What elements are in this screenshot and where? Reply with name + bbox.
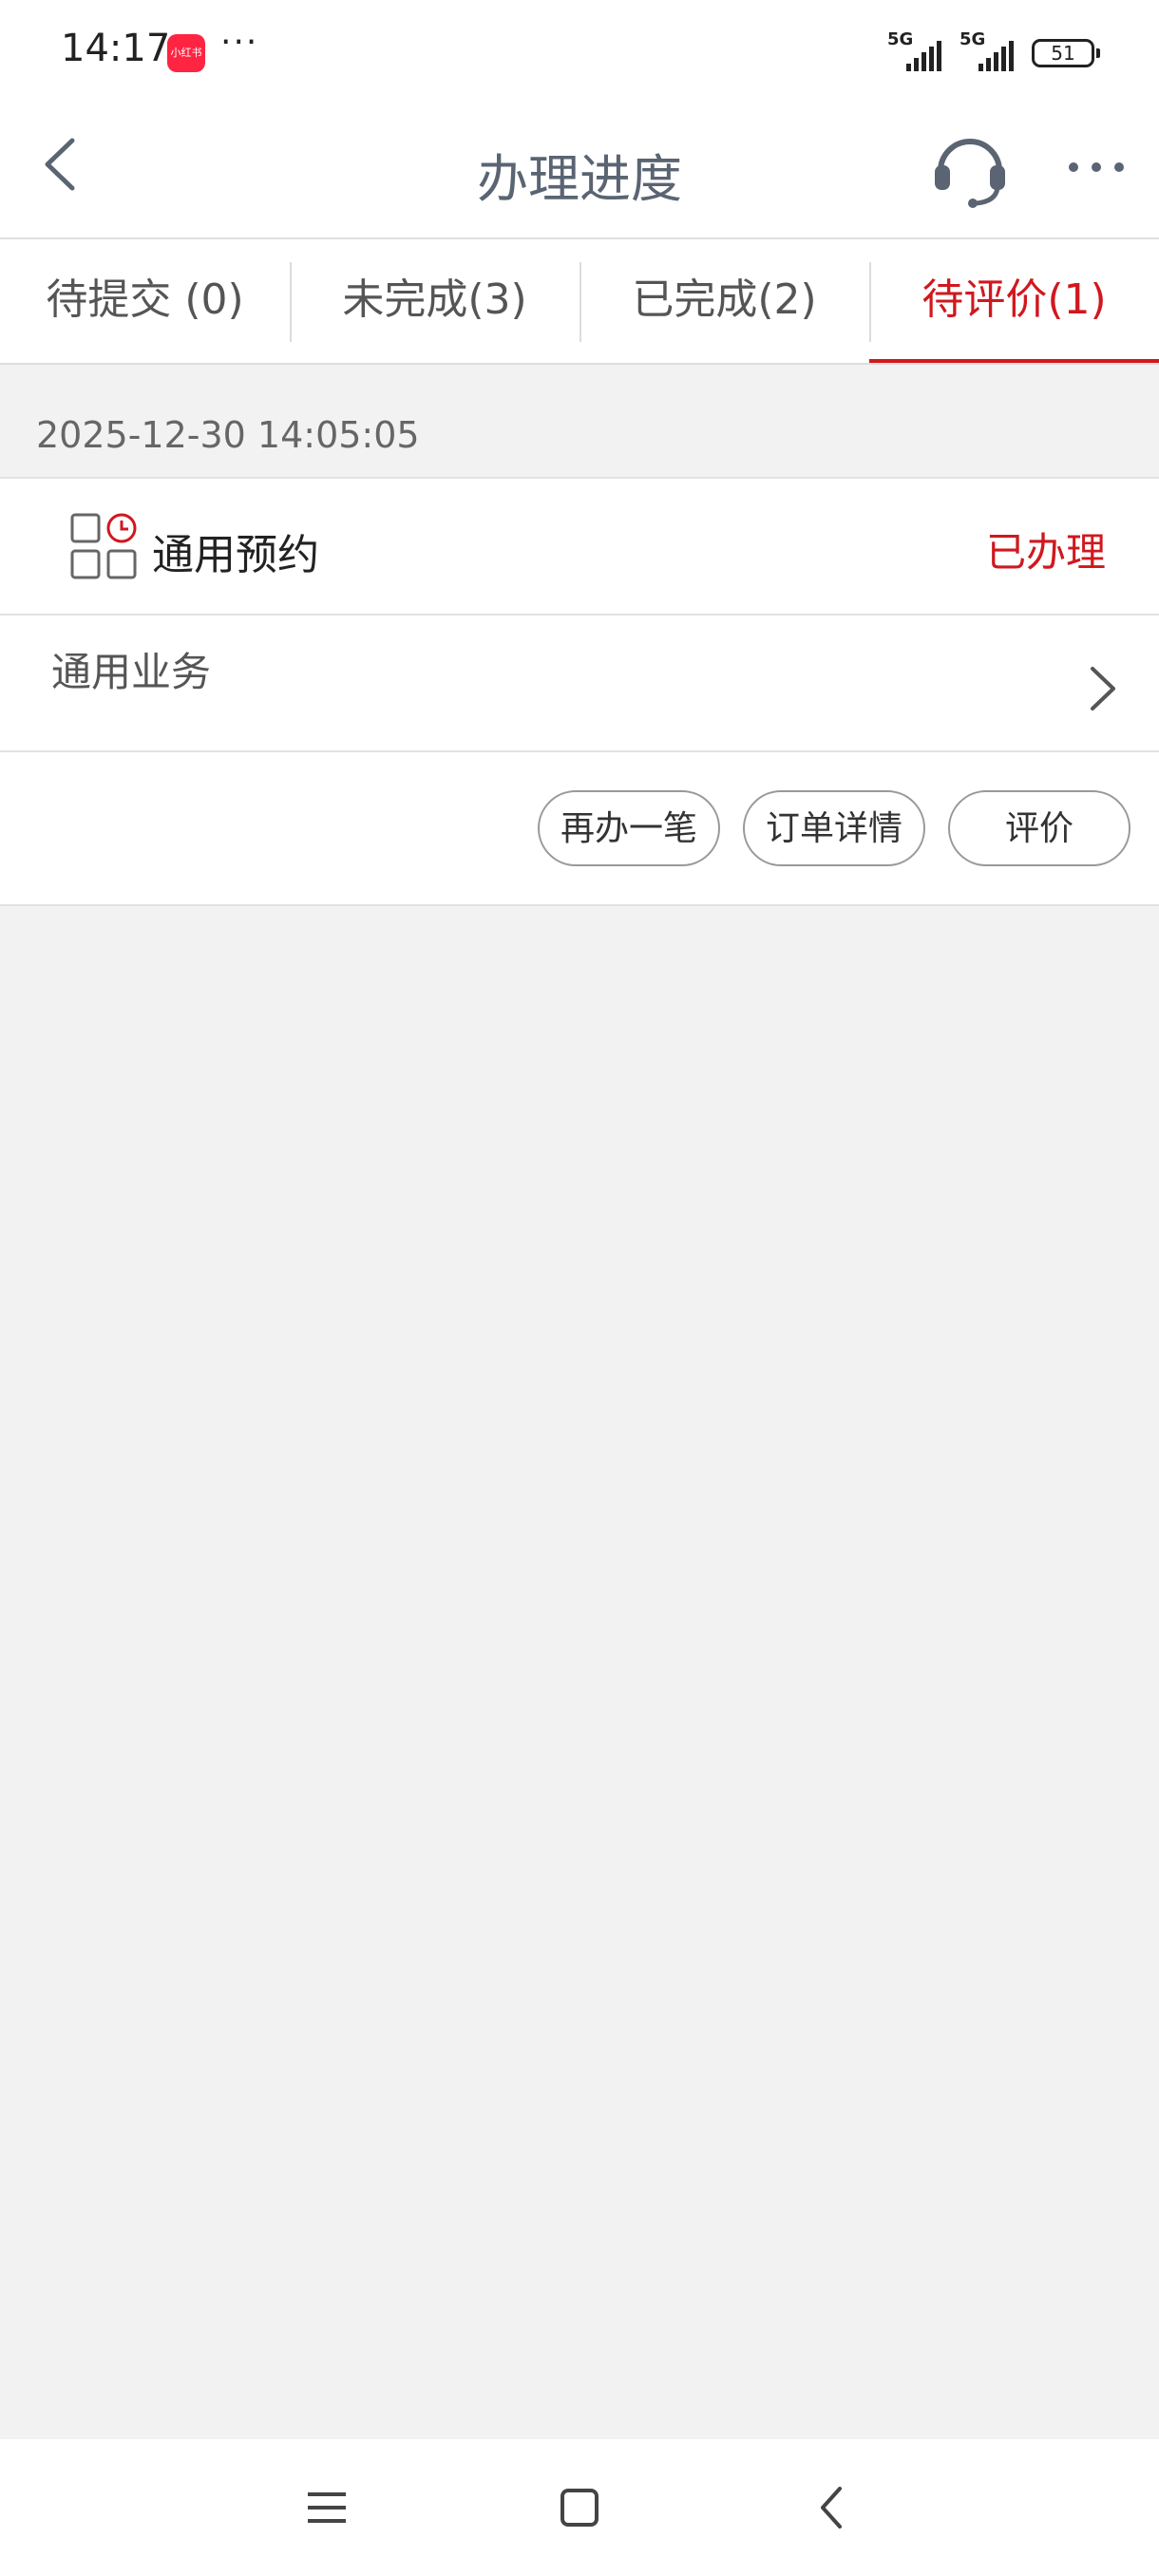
- customer-service-button[interactable]: [929, 127, 1011, 209]
- status-tabs: 待提交 (0) 未完成(3) 已完成(2) 待评价(1): [0, 239, 1159, 365]
- menu-icon[interactable]: [298, 2479, 355, 2536]
- service-name: 通用预约: [152, 531, 319, 579]
- nav-bar: 办理进度: [0, 104, 1159, 239]
- record-datetime: 2025-12-30 14:05:05: [36, 414, 420, 456]
- handle-again-button[interactable]: 再办一笔: [538, 790, 720, 866]
- record-actions: 再办一笔 订单详情 评价: [0, 752, 1159, 908]
- tab-incomplete[interactable]: 未完成(3): [290, 239, 580, 363]
- tab-completed[interactable]: 已完成(2): [580, 239, 869, 363]
- status-right: 5G 5G 51: [887, 29, 1100, 74]
- tab-pending-review[interactable]: 待评价(1): [869, 239, 1159, 363]
- signal-icon-1: 5G: [887, 29, 950, 71]
- system-nav-bar: [0, 2439, 1159, 2576]
- status-time: 14:17: [61, 27, 171, 70]
- signal-icon-2: 5G: [960, 29, 1022, 71]
- headset-icon: [935, 139, 1005, 208]
- rate-button[interactable]: 评价: [948, 790, 1130, 866]
- more-horizontal-icon: [1069, 162, 1124, 172]
- chevron-right-icon: [1091, 667, 1115, 710]
- back-chevron-icon[interactable]: [804, 2479, 861, 2536]
- business-category-row[interactable]: 通用业务: [0, 616, 1159, 752]
- status-bar: 14:17 小红书 ··· 5G 5G 51: [0, 0, 1159, 104]
- battery-icon: 51: [1032, 39, 1100, 67]
- status-badge: 已办理: [985, 529, 1106, 576]
- business-category-label: 通用业务: [51, 649, 212, 695]
- network-type-2: 5G: [960, 29, 986, 49]
- more-button[interactable]: [1066, 137, 1127, 198]
- record-header: 通用预约 已办理: [0, 479, 1159, 616]
- network-type-1: 5G: [887, 29, 914, 49]
- home-square-icon[interactable]: [551, 2479, 608, 2536]
- record-card: 通用预约 已办理 通用业务 再办一笔 订单详情 评价: [0, 477, 1159, 906]
- tab-pending-submit[interactable]: 待提交 (0): [0, 239, 290, 363]
- more-notifications-icon: ···: [220, 23, 259, 62]
- appointment-icon: [70, 513, 137, 579]
- app-notification-icon: 小红书: [167, 34, 205, 72]
- order-detail-button[interactable]: 订单详情: [743, 790, 925, 866]
